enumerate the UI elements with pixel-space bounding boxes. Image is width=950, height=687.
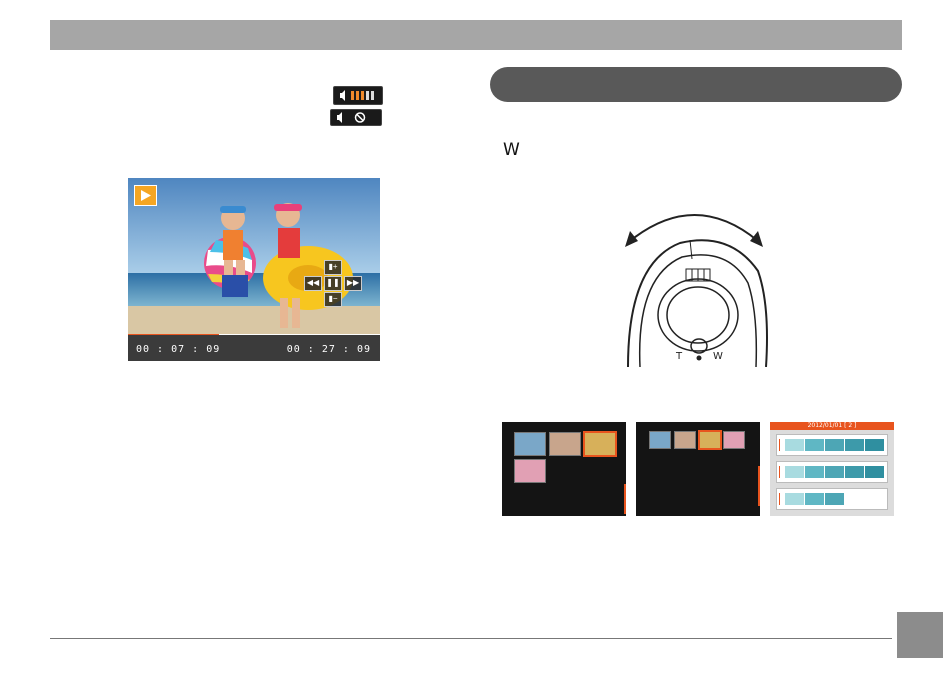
calendar-cell bbox=[785, 439, 804, 451]
calendar-view: 2012/01/01 [ 2 ] bbox=[770, 422, 894, 516]
scroll-indicator bbox=[758, 466, 760, 506]
calendar-cell bbox=[845, 439, 864, 451]
play-mode-icon bbox=[134, 185, 157, 206]
time-bar: 00 : 07 : 09 00 : 27 : 09 bbox=[128, 335, 380, 361]
rewind-button[interactable]: ◀◀ bbox=[304, 276, 322, 291]
calendar-cell bbox=[825, 466, 844, 478]
calendar-cell bbox=[805, 466, 824, 478]
page-number-tab bbox=[897, 612, 943, 658]
thumbnail[interactable] bbox=[649, 431, 671, 449]
tele-label: T bbox=[675, 351, 683, 362]
calendar-cell bbox=[805, 439, 824, 451]
thumbnail[interactable] bbox=[514, 459, 546, 483]
calendar-cell bbox=[825, 493, 844, 505]
calendar-row-marker bbox=[779, 439, 780, 451]
header-bar bbox=[50, 20, 902, 50]
volume-up-button[interactable]: ▮+ bbox=[324, 260, 342, 275]
calendar-cell bbox=[805, 493, 824, 505]
zoom-lever-illustration: T W bbox=[620, 195, 770, 368]
calendar-row[interactable] bbox=[776, 488, 888, 510]
fast-forward-button[interactable]: ▶▶ bbox=[344, 276, 362, 291]
footer-rule bbox=[50, 638, 892, 639]
mute-icon bbox=[330, 109, 382, 126]
calendar-cell bbox=[785, 493, 804, 505]
calendar-cell bbox=[865, 439, 884, 451]
calendar-row[interactable] bbox=[776, 434, 888, 456]
thumbnail[interactable] bbox=[549, 432, 581, 456]
volume-level-icon bbox=[333, 86, 383, 105]
wide-zoom-label: W bbox=[503, 140, 520, 160]
thumbnail-view-4x4 bbox=[636, 422, 760, 516]
thumbnail-selected[interactable] bbox=[698, 430, 722, 450]
thumbnail[interactable] bbox=[723, 431, 745, 449]
thumbnail[interactable] bbox=[514, 432, 546, 456]
playback-control-pad: ▮+ ◀◀ ❚❚ ▶▶ ▮− bbox=[304, 260, 362, 308]
calendar-row[interactable] bbox=[776, 461, 888, 483]
calendar-row-marker bbox=[779, 466, 780, 478]
thumbnail[interactable] bbox=[674, 431, 696, 449]
calendar-cell bbox=[845, 466, 864, 478]
calendar-cell bbox=[825, 439, 844, 451]
calendar-cell bbox=[865, 466, 884, 478]
pause-button[interactable]: ❚❚ bbox=[324, 276, 342, 291]
video-playback-screen: ▮+ ◀◀ ❚❚ ▶▶ ▮− 00 : 07 : 09 00 : 27 : 09 bbox=[128, 178, 380, 361]
calendar-title: 2012/01/01 [ 2 ] bbox=[770, 422, 894, 430]
scroll-indicator bbox=[624, 484, 626, 514]
calendar-cell bbox=[785, 466, 804, 478]
wide-label: W bbox=[713, 351, 723, 362]
thumbnail-view-3x3 bbox=[502, 422, 626, 516]
thumbnail-selected[interactable] bbox=[583, 431, 617, 457]
total-time: 00 : 27 : 09 bbox=[286, 344, 371, 355]
calendar-row-marker bbox=[779, 493, 780, 505]
volume-down-button[interactable]: ▮− bbox=[324, 292, 342, 307]
elapsed-time: 00 : 07 : 09 bbox=[136, 344, 221, 355]
section-heading-pill bbox=[490, 67, 902, 102]
